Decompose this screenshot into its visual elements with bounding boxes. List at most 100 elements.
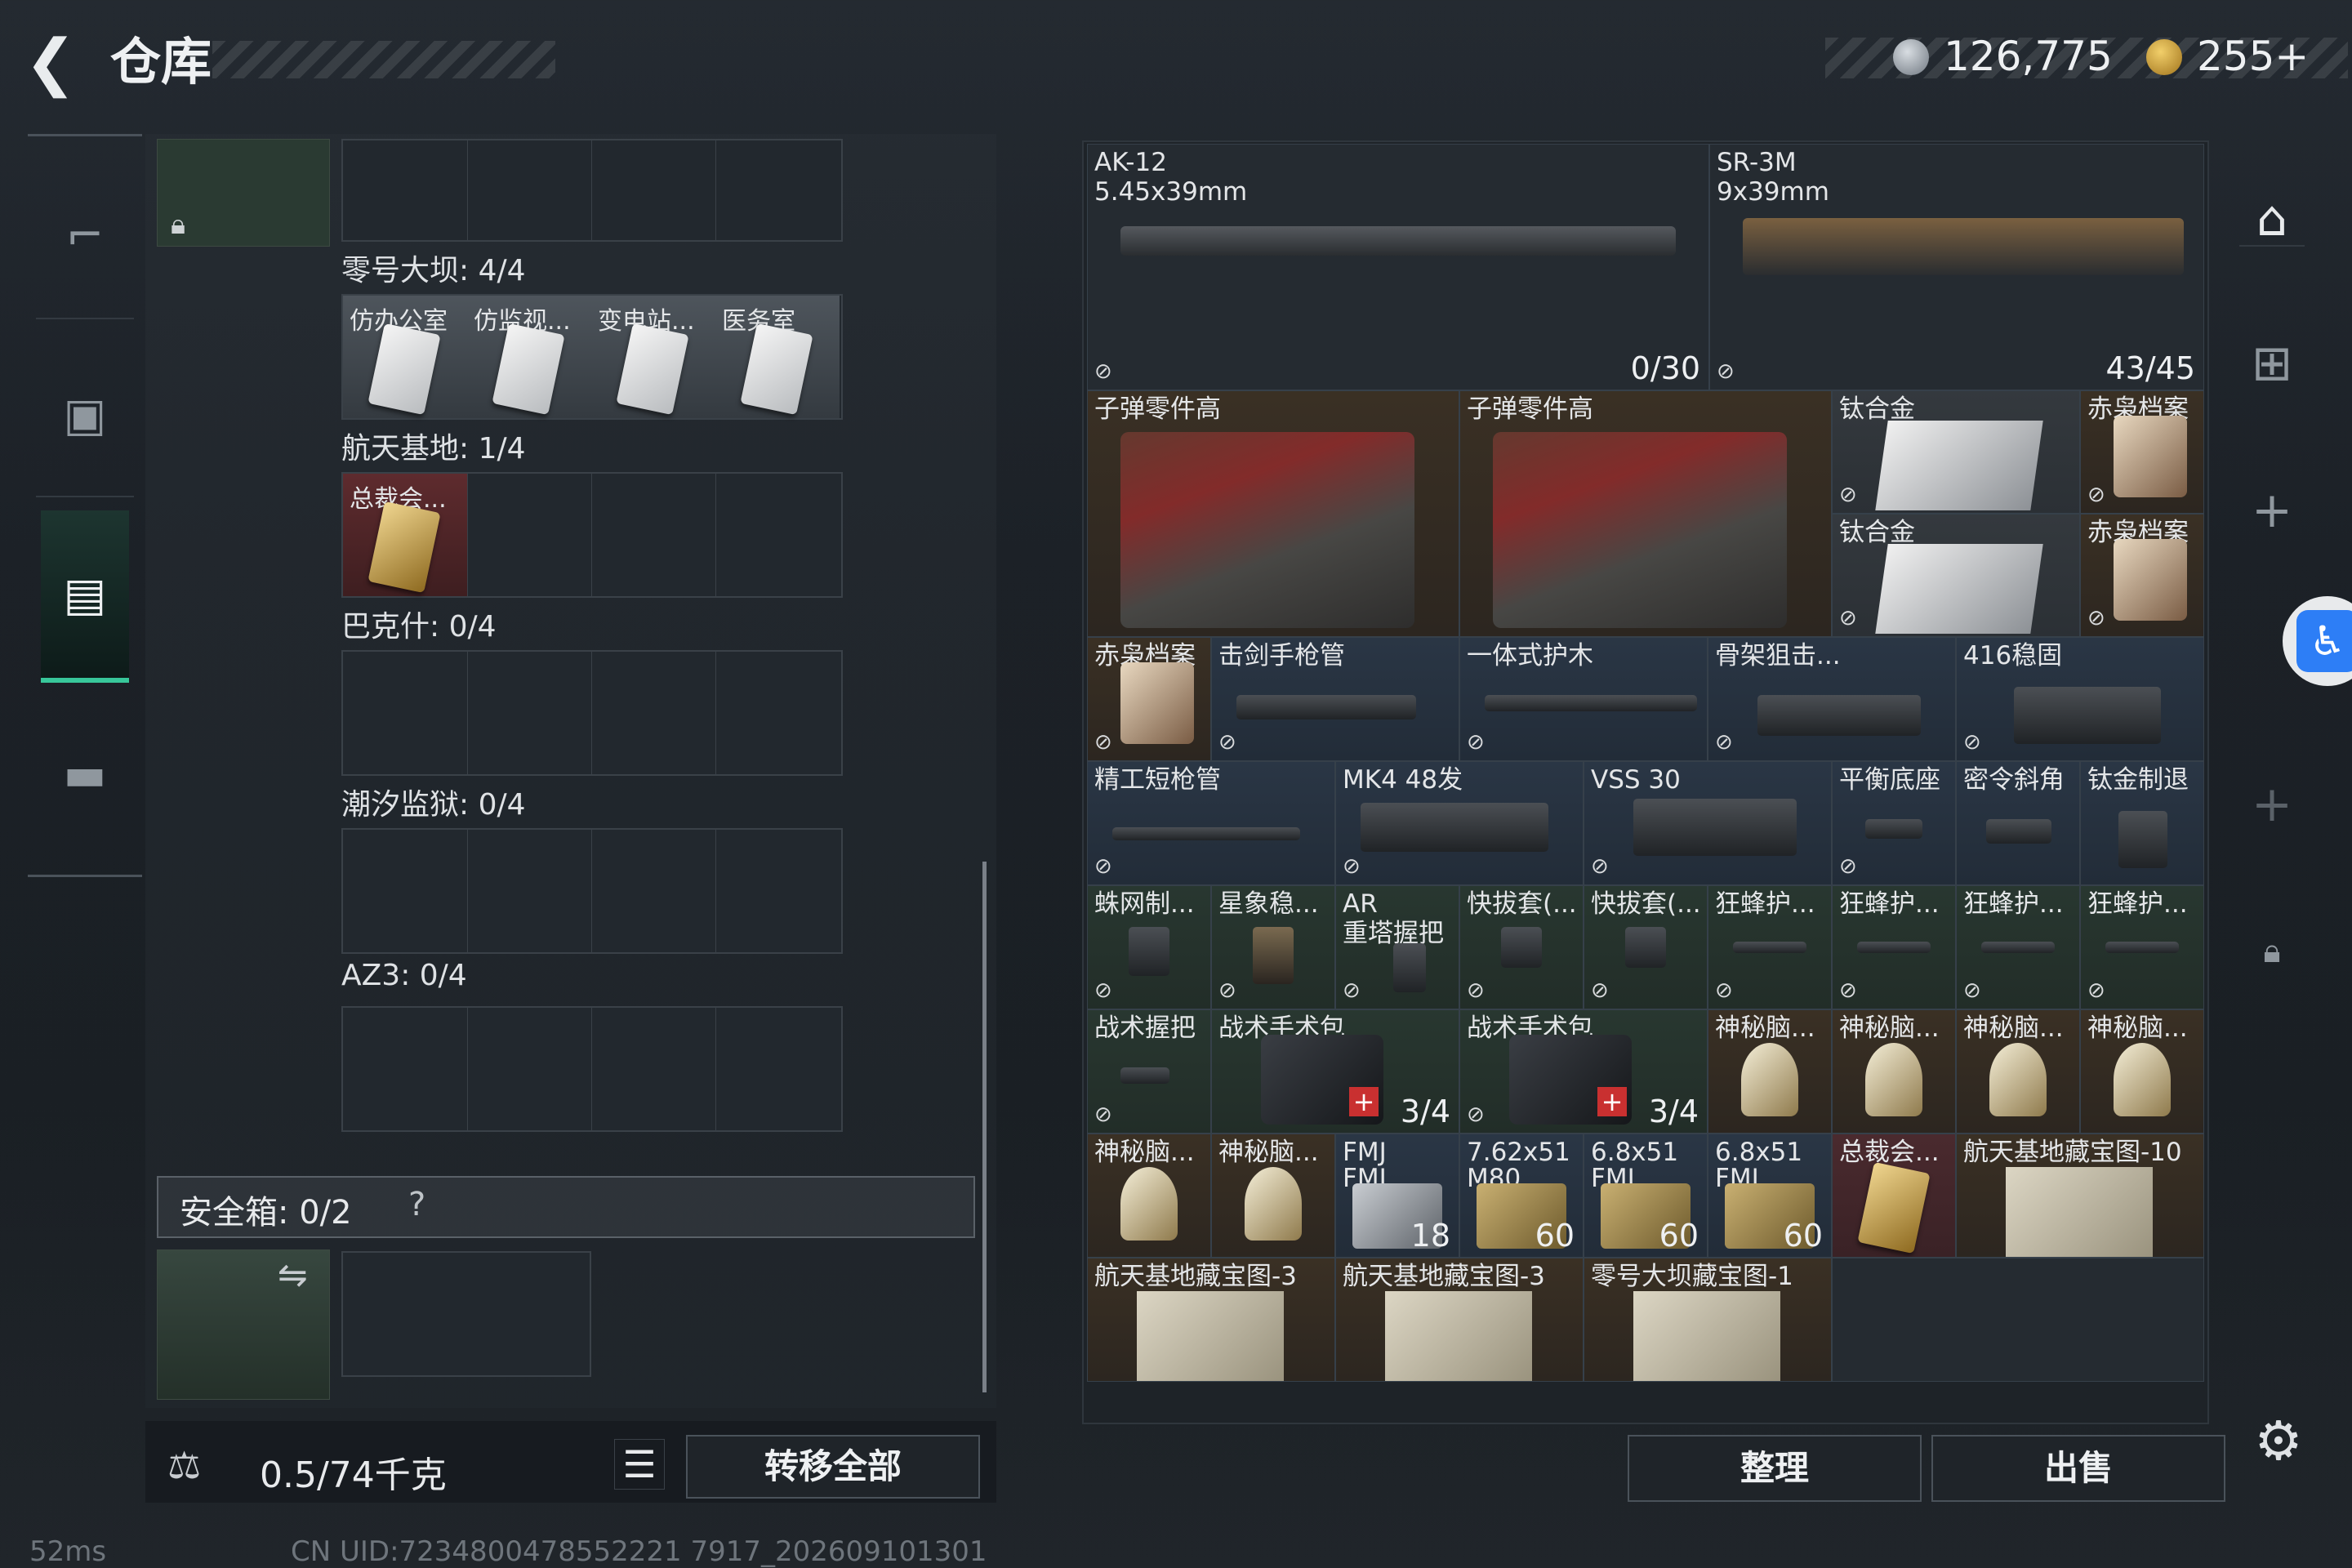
- lock-icon[interactable]: 🔒︎: [2239, 919, 2305, 984]
- add-icon[interactable]: +: [2239, 772, 2305, 837]
- gear-icon[interactable]: ⚙: [2246, 1409, 2311, 1474]
- inventory-item[interactable]: 狂蜂护... ⊘: [1708, 885, 1832, 1009]
- no-trade-icon: ⊘: [1717, 359, 1735, 384]
- inventory-item[interactable]: VSS 30 ⊘: [1584, 761, 1832, 885]
- right-divider: [2239, 245, 2305, 247]
- weight-icon: ⚖: [167, 1443, 202, 1487]
- inventory-item[interactable]: 平衡底座 ⊘: [1832, 761, 1956, 885]
- inventory-item[interactable]: 6.8x51 FMJ 60: [1584, 1134, 1708, 1258]
- inventory-item[interactable]: 赤枭档案 ⊘: [1087, 637, 1211, 761]
- inventory-item[interactable]: 赤枭档案 ⊘: [2080, 514, 2204, 637]
- inventory-item[interactable]: 神秘脑...: [1708, 1009, 1832, 1134]
- section-label: 航天基地: 1/4: [341, 432, 526, 466]
- inventory-item[interactable]: 快拔套(... ⊘: [1584, 885, 1708, 1009]
- inventory-item[interactable]: 钛金制退: [2080, 761, 2204, 885]
- inventory-item[interactable]: 战术握把 ⊘: [1087, 1009, 1211, 1134]
- back-icon[interactable]: ❮: [24, 29, 90, 95]
- sell-button[interactable]: 出售: [1931, 1435, 2225, 1502]
- pistol-icon[interactable]: ⌐: [42, 194, 127, 278]
- inventory-item[interactable]: 钛合金 ⊘: [1832, 514, 2080, 637]
- map-icon: [1385, 1291, 1532, 1381]
- inventory-item[interactable]: 零号大坝藏宝图-1: [1584, 1258, 1832, 1382]
- inventory-item[interactable]: 神秘脑...: [1211, 1134, 1335, 1258]
- key-card-icon: [740, 323, 813, 416]
- inventory-item[interactable]: 蛛网制... ⊘: [1087, 885, 1211, 1009]
- empty-slot[interactable]: [1832, 1258, 2204, 1382]
- map-icon: [1633, 1291, 1780, 1381]
- inventory-item[interactable]: FMJ FMJ 18: [1335, 1134, 1459, 1258]
- inventory-item[interactable]: 一体式护木 ⊘: [1459, 637, 1708, 761]
- key-card-icon: [616, 323, 689, 416]
- inventory-item[interactable]: 钛合金 ⊘: [1832, 390, 2080, 514]
- inventory-item[interactable]: 神秘脑...: [1087, 1134, 1211, 1258]
- inventory-item[interactable]: 神秘脑...: [1956, 1009, 2080, 1134]
- key-card-slot[interactable]: 仿办公室: [343, 296, 468, 418]
- sidebar-divider: [36, 318, 134, 319]
- key-card-icon: [368, 323, 441, 416]
- slot-row: 总裁会...: [341, 472, 843, 598]
- accessibility-icon[interactable]: ♿︎: [2296, 610, 2352, 672]
- inventory-item[interactable]: 精工短枪管 ⊘: [1087, 761, 1335, 885]
- slot-row: [341, 650, 843, 776]
- inventory-item[interactable]: 子弹零件高: [1459, 390, 1832, 637]
- swap-icon[interactable]: ⇋: [278, 1254, 308, 1296]
- key-card-slot[interactable]: 医务室: [715, 296, 840, 418]
- inventory-item[interactable]: MK4 48发 ⊘: [1335, 761, 1584, 885]
- briefcase-icon[interactable]: ▬: [42, 733, 127, 817]
- storage-tab-icon[interactable]: ⌂: [2239, 186, 2305, 252]
- list-icon[interactable]: ☰: [614, 1439, 665, 1490]
- weapon-ak12[interactable]: AK-12 5.45x39mm ⊘ 0/30: [1087, 144, 1709, 390]
- inventory-item[interactable]: 快拔套(... ⊘: [1459, 885, 1584, 1009]
- inventory-item[interactable]: 赤枭档案 ⊘: [2080, 390, 2204, 514]
- slot-row-top: [341, 139, 843, 242]
- inventory-item[interactable]: 神秘脑...: [2080, 1009, 2204, 1134]
- inventory-item[interactable]: 6.8x51 FMJ 60: [1708, 1134, 1832, 1258]
- inventory-item[interactable]: 总裁会...: [1832, 1134, 1956, 1258]
- extension-icon[interactable]: ⊞: [2239, 331, 2305, 396]
- inventory-item[interactable]: 狂蜂护... ⊘: [2080, 885, 2204, 1009]
- key-card-icon: [368, 501, 441, 594]
- inventory-item[interactable]: 击剑手枪管 ⊘: [1211, 637, 1459, 761]
- key-card-slot[interactable]: 变电站...: [591, 296, 716, 418]
- section-label: 潮汐监狱: 0/4: [341, 788, 526, 822]
- weapon-sr3m[interactable]: SR-3M 9x39mm ⊘ 43/45: [1709, 144, 2204, 390]
- organize-button[interactable]: 整理: [1628, 1435, 1922, 1502]
- medkit-icon: [1261, 1035, 1383, 1125]
- inventory-item[interactable]: 狂蜂护... ⊘: [1956, 885, 2080, 1009]
- inventory-item[interactable]: 星象稳... ⊘: [1211, 885, 1335, 1009]
- key-card-slot[interactable]: 总裁会...: [343, 474, 468, 596]
- inventory-item[interactable]: 航天基地藏宝图-10: [1956, 1134, 2204, 1258]
- inventory-item[interactable]: 神秘脑...: [1832, 1009, 1956, 1134]
- no-trade-icon: ⊘: [1094, 359, 1112, 384]
- key-card-slot[interactable]: 仿监视...: [467, 296, 592, 418]
- gold-currency[interactable]: 255+: [2197, 36, 2309, 77]
- left-scrollbar[interactable]: [982, 862, 987, 1392]
- inventory-item[interactable]: 骨架狙击... ⊘: [1708, 637, 1956, 761]
- inventory-item[interactable]: 航天基地藏宝图-3: [1335, 1258, 1584, 1382]
- section-label: 零号大坝: 4/4: [341, 254, 526, 287]
- uid: CN UID:7234800478552221 7917_20260910130…: [291, 1535, 987, 1568]
- inventory-item[interactable]: AR 重塔握把 ⊘: [1335, 885, 1459, 1009]
- transfer-all-button[interactable]: 转移全部: [686, 1435, 980, 1499]
- add-icon[interactable]: +: [2239, 478, 2305, 543]
- container-thumbnail[interactable]: 🔒︎: [157, 139, 330, 247]
- inventory-item[interactable]: 416稳固 ⊘: [1956, 637, 2204, 761]
- rifle-icon: [1743, 218, 2184, 275]
- help-icon[interactable]: ?: [408, 1186, 425, 1223]
- locker-icon[interactable]: ▤: [42, 553, 127, 638]
- inventory-item[interactable]: 7.62x51 M80 60: [1459, 1134, 1584, 1258]
- inventory-item[interactable]: 战术手术包3/4: [1211, 1009, 1459, 1134]
- key-card-icon: [492, 323, 565, 416]
- inventory-item[interactable]: 密令斜角: [1956, 761, 2080, 885]
- inventory-item[interactable]: 子弹零件高: [1087, 390, 1459, 637]
- inventory-item[interactable]: 战术手术包⊘3/4: [1459, 1009, 1708, 1134]
- backpack-icon[interactable]: ▣: [42, 373, 127, 458]
- inventory-item[interactable]: 航天基地藏宝图-3: [1087, 1258, 1335, 1382]
- section-label: AZ3: 0/4: [341, 959, 467, 992]
- inventory-item[interactable]: 狂蜂护... ⊘: [1832, 885, 1956, 1009]
- weight-value: 0.5/74千克: [260, 1454, 447, 1496]
- title-stripe: [212, 41, 555, 78]
- map-icon: [2006, 1167, 2153, 1257]
- safe-box-slot[interactable]: [341, 1251, 591, 1377]
- gold-coin-icon: [2146, 39, 2182, 75]
